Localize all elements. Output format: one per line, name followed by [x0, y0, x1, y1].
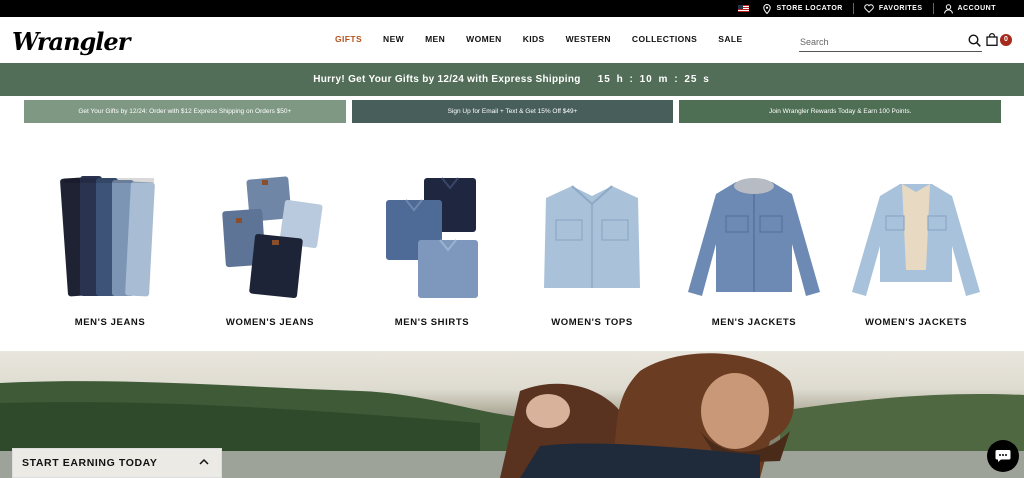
category-womens-jeans[interactable]: WOMEN'S JEANS: [190, 160, 350, 340]
category-mens-shirts[interactable]: MEN'S SHIRTS: [352, 160, 512, 340]
us-flag-icon[interactable]: [738, 5, 750, 12]
heart-icon: [864, 4, 874, 13]
shopping-bag-icon: [986, 33, 998, 46]
mens-shirts-image: [386, 177, 478, 298]
category-label: MEN'S JACKETS: [711, 317, 797, 328]
timer-hours-unit: h: [616, 74, 624, 85]
timer-seconds: 25: [684, 74, 698, 85]
category-label: MEN'S SHIRTS: [394, 317, 470, 328]
nav-women[interactable]: WOMEN: [466, 34, 502, 44]
nav-new[interactable]: NEW: [383, 34, 404, 44]
category-grid: MEN'S JEANS WOMEN'S JEANS MEN'S SHIRTS W…: [0, 160, 1024, 340]
favorites-link[interactable]: FAVORITES: [864, 4, 923, 13]
nav-gifts[interactable]: GIFTS: [335, 34, 362, 44]
start-earning-drawer[interactable]: START EARNING TODAY: [12, 448, 222, 478]
start-earning-label: START EARNING TODAY: [22, 457, 158, 469]
timer-hours: 15: [597, 74, 611, 85]
nav-men[interactable]: MEN: [425, 34, 445, 44]
nav-sale[interactable]: SALE: [718, 34, 742, 44]
location-pin-icon: [763, 3, 772, 14]
category-mens-jeans[interactable]: MEN'S JEANS: [30, 160, 190, 340]
timer-colon: :: [629, 74, 634, 85]
nav-kids[interactable]: KIDS: [523, 34, 545, 44]
category-label: WOMEN'S TOPS: [551, 317, 633, 328]
timer-colon: :: [674, 74, 679, 85]
category-mens-jackets[interactable]: MEN'S JACKETS: [674, 160, 834, 340]
store-locator-link[interactable]: STORE LOCATOR: [763, 3, 843, 14]
user-icon: [943, 3, 953, 14]
site-header: Wrangler GIFTS NEW MEN WOMEN KIDS WESTER…: [0, 17, 1024, 63]
nav-collections[interactable]: COLLECTIONS: [632, 34, 697, 44]
mens-jeans-image: [60, 176, 155, 297]
store-locator-label: STORE LOCATOR: [776, 5, 843, 12]
chevron-up-icon: [199, 458, 209, 465]
divider: [852, 3, 854, 14]
wrangler-logo[interactable]: Wrangler: [12, 27, 130, 56]
divider: [932, 3, 934, 14]
promo-banner[interactable]: Hurry! Get Your Gifts by 12/24 with Expr…: [0, 63, 1024, 96]
category-label: WOMEN'S JACKETS: [864, 317, 968, 328]
express-shipping-box[interactable]: Get Your Gifts by 12/24: Order with $12 …: [24, 100, 346, 123]
timer-seconds-unit: s: [703, 74, 710, 85]
search-button[interactable]: [968, 34, 981, 52]
search-input[interactable]: Search: [799, 32, 982, 52]
timer-minutes-unit: m: [658, 74, 669, 85]
account-label: ACCOUNT: [957, 5, 996, 12]
womens-jackets-image: [852, 184, 980, 296]
promo-text: Hurry! Get Your Gifts by 12/24 with Expr…: [313, 74, 581, 85]
category-womens-jackets[interactable]: WOMEN'S JACKETS: [836, 160, 996, 340]
category-label: WOMEN'S JEANS: [225, 317, 315, 328]
cart-count-badge: 0: [1000, 33, 1012, 46]
category-womens-tops[interactable]: WOMEN'S TOPS: [512, 160, 672, 340]
chat-button[interactable]: [987, 440, 1019, 472]
womens-tops-image: [544, 185, 640, 288]
utility-bar: STORE LOCATOR FAVORITES ACCOUNT: [0, 0, 1024, 17]
promo-boxes: Get Your Gifts by 12/24: Order with $12 …: [24, 100, 1002, 123]
timer-minutes: 10: [639, 74, 653, 85]
cart-button[interactable]: 0: [986, 33, 1012, 46]
nav-western[interactable]: WESTERN: [566, 34, 611, 44]
countdown-timer: 15 h : 10 m : 25 s: [597, 74, 711, 85]
search-icon: [968, 34, 981, 47]
chat-bubble-icon: [995, 450, 1011, 462]
account-link[interactable]: ACCOUNT: [943, 3, 997, 14]
search-placeholder: Search: [800, 36, 829, 47]
womens-jeans-image: [222, 176, 323, 299]
rewards-box[interactable]: Join Wrangler Rewards Today & Earn 100 P…: [679, 100, 1002, 123]
main-nav: GIFTS NEW MEN WOMEN KIDS WESTERN COLLECT…: [335, 34, 764, 44]
favorites-label: FAVORITES: [878, 5, 923, 12]
email-signup-box[interactable]: Sign Up for Email + Text & Get 15% Off $…: [351, 100, 674, 123]
mens-jackets-image: [688, 178, 820, 296]
category-label: MEN'S JEANS: [74, 317, 146, 328]
